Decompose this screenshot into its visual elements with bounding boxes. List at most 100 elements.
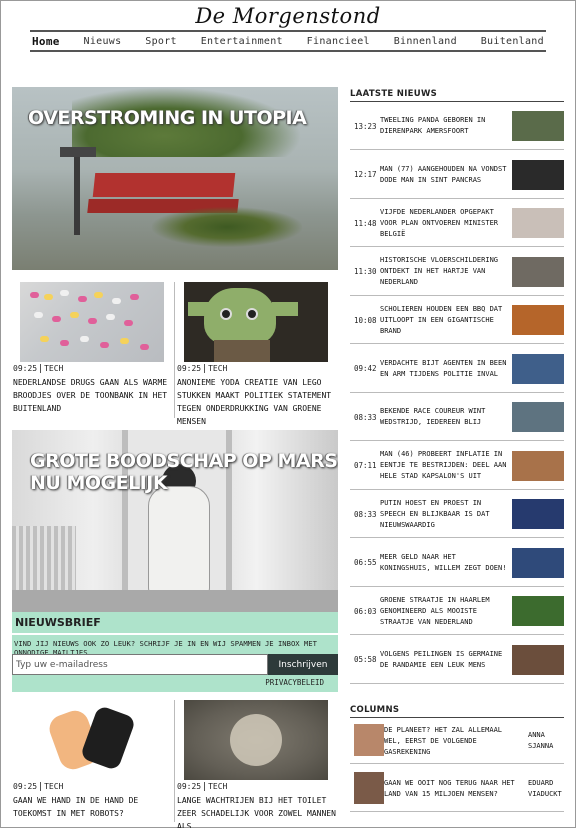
newsletter-divider [12, 633, 338, 635]
news-thumbnail[interactable] [512, 208, 564, 238]
news-title[interactable]: GROENE STRAATJE IN HAARLEM GENOMINEERD A… [380, 587, 508, 635]
nav-financieel[interactable]: Financieel [307, 36, 370, 47]
article-meta: 09:25 TECH [177, 782, 227, 791]
article-image-yoda[interactable] [184, 282, 328, 362]
card-divider [174, 282, 175, 418]
latest-news-item[interactable]: 09:42 VERDACHTE BIJT AGENTEN IN BEEN EN A… [350, 345, 564, 393]
nav-binnenland[interactable]: Binnenland [394, 36, 457, 47]
news-thumbnail[interactable] [512, 450, 564, 481]
hero-article[interactable]: OVERSTROMING IN UTOPIA [12, 87, 338, 270]
card-divider [174, 700, 175, 822]
hero-image-pole [74, 155, 80, 235]
article-meta: 09:25 TECH [13, 782, 63, 791]
hero-image-debris [152, 207, 302, 247]
article-time: 09:25 [177, 364, 202, 373]
hero-headline[interactable]: OVERSTROMING IN UTOPIA [28, 107, 307, 129]
news-thumbnail[interactable] [512, 305, 564, 335]
news-title[interactable]: PUTIN HOEST EN PROEST IN SPEECH EN BLIJK… [380, 490, 508, 538]
news-title[interactable]: VERDACHTE BIJT AGENTEN IN BEEN EN ARM TI… [380, 345, 508, 393]
news-time: 06:55 [354, 558, 377, 567]
article-category[interactable]: TECH [208, 364, 227, 373]
article-title[interactable]: ANONIEME YODA CREATIE VAN LEGO STUKKEN M… [177, 376, 337, 428]
column-item[interactable]: GAAN WE OOIT NOG TERUG NAAR HET LAND VAN… [350, 766, 564, 812]
latest-news-heading: LAATSTE NIEUWS [350, 89, 438, 99]
latest-news-item[interactable]: 11:30 HISTORISCHE VLOERSCHILDERING ONTDEK… [350, 248, 564, 296]
feature-headline[interactable]: GROTE BOODSCHAP OP MARS NU MOGELIJK [30, 450, 338, 494]
news-title[interactable]: MAN (46) PROBEERT INFLATIE IN EENTJE TE … [380, 442, 508, 490]
feature-image-floor [12, 590, 338, 612]
newsletter-title: NIEUWSBRIEF [15, 616, 101, 629]
news-title[interactable]: BEKENDE RACE COUREUR WINT WEDSTRIJD, IED… [380, 393, 508, 441]
news-time: 09:42 [354, 364, 377, 373]
news-thumbnail[interactable] [512, 499, 564, 529]
article-meta: 09:25 TECH [13, 364, 63, 373]
latest-news-item[interactable]: 06:55 MEER GELD NAAR HET KONINGSHUIS, WIL… [350, 539, 564, 587]
article-category[interactable]: TECH [44, 782, 63, 791]
article-image-robot-hand[interactable] [20, 700, 164, 780]
news-title[interactable]: HISTORISCHE VLOERSCHILDERING ONTDEKT IN … [380, 248, 508, 296]
news-time: 11:48 [354, 218, 377, 228]
article-title[interactable]: LANGE WACHTRIJEN BIJ HET TOILET ZEER SCH… [177, 794, 337, 828]
news-time: 12:17 [354, 170, 377, 179]
article-image-pills[interactable] [20, 282, 164, 362]
article-time: 09:25 [177, 782, 202, 791]
latest-news-item[interactable]: 11:48 VIJFDE NEDERLANDER OPGEPAKT VOOR PL… [350, 199, 564, 247]
news-title[interactable]: MAN (77) AANGEHOUDEN NA VONDST DODE MAN … [380, 151, 508, 199]
news-thumbnail[interactable] [512, 596, 564, 626]
author-avatar[interactable] [354, 772, 384, 804]
latest-news-item[interactable]: 06:03 GROENE STRAATJE IN HAARLEM GENOMINE… [350, 587, 564, 635]
news-thumbnail[interactable] [512, 159, 564, 190]
article-title[interactable]: NEDERLANDSE DRUGS GAAN ALS WARME BROODJE… [13, 376, 173, 415]
latest-news-item[interactable]: 12:17 MAN (77) AANGEHOUDEN NA VONDST DODE… [350, 151, 564, 199]
column-author[interactable]: ANNA SJANNA [528, 718, 564, 764]
news-title[interactable]: VOLGENS PEILINGEN IS GERMAINE DE RANDAMI… [380, 636, 508, 684]
feature-article[interactable]: GROTE BOODSCHAP OP MARS NU MOGELIJK [12, 430, 338, 612]
news-thumbnail[interactable] [512, 547, 564, 578]
nav-buitenland[interactable]: Buitenland [481, 36, 544, 47]
news-title[interactable]: VIJFDE NEDERLANDER OPGEPAKT VOOR PLAN ON… [380, 199, 508, 247]
news-time: 05:58 [354, 655, 377, 664]
nav-nieuws[interactable]: Nieuws [84, 36, 122, 47]
news-time: 08:33 [354, 412, 377, 422]
newsletter-box: NIEUWSBRIEF VIND JIJ NIEUWS OOK ZO LEUK?… [12, 612, 338, 692]
news-time: 07:11 [354, 461, 377, 470]
article-time: 09:25 [13, 364, 38, 373]
news-title[interactable]: TWEELING PANDA GEBOREN IN DIERENPARK AME… [380, 102, 508, 150]
article-image-toilet-sign[interactable] [184, 700, 328, 780]
column-author[interactable]: EDUARD VIADUCKT [528, 766, 564, 812]
site-logo[interactable]: De Morgenstond [0, 4, 576, 28]
email-input[interactable] [12, 654, 268, 675]
news-thumbnail[interactable] [512, 111, 564, 141]
news-thumbnail[interactable] [512, 353, 564, 384]
author-avatar[interactable] [354, 724, 384, 756]
article-category[interactable]: TECH [208, 782, 227, 791]
columns-heading: COLUMNS [350, 705, 400, 715]
latest-news-item[interactable]: 10:08 SCHOLIEREN HOUDEN EEN BBQ DAT UITLO… [350, 296, 564, 344]
news-title[interactable]: SCHOLIEREN HOUDEN EEN BBQ DAT UITLOOPT I… [380, 296, 508, 344]
article-time: 09:25 [13, 782, 38, 791]
feature-image-astronaut [148, 486, 210, 596]
news-time: 13:23 [354, 121, 377, 131]
latest-news-item[interactable]: 08:33 BEKENDE RACE COUREUR WINT WEDSTRIJD… [350, 393, 564, 441]
subscribe-button[interactable]: Inschrijven [268, 654, 338, 675]
news-time: 08:33 [354, 509, 377, 519]
article-meta: 09:25 TECH [177, 364, 227, 373]
news-thumbnail[interactable] [512, 402, 564, 432]
article-category[interactable]: TECH [44, 364, 63, 373]
nav-sport[interactable]: Sport [145, 36, 177, 47]
latest-news-item[interactable]: 07:11 MAN (46) PROBEERT INFLATIE IN EENTJ… [350, 442, 564, 490]
latest-news-item[interactable]: 08:33 PUTIN HOEST EN PROEST IN SPEECH EN … [350, 490, 564, 538]
column-title[interactable]: GAAN WE OOIT NOG TERUG NAAR HET LAND VAN… [384, 766, 520, 812]
column-item[interactable]: DE PLANEET? HET ZAL ALLEMAAL WEL, EERST … [350, 718, 564, 764]
news-time: 06:03 [354, 606, 377, 616]
latest-news-item[interactable]: 13:23 TWEELING PANDA GEBOREN IN DIERENPAR… [350, 102, 564, 150]
news-thumbnail[interactable] [512, 256, 564, 287]
column-title[interactable]: DE PLANEET? HET ZAL ALLEMAAL WEL, EERST … [384, 718, 520, 764]
news-thumbnail[interactable] [512, 644, 564, 675]
article-title[interactable]: GAAN WE HAND IN DE HAND DE TOEKOMST IN M… [13, 794, 173, 820]
latest-news-item[interactable]: 05:58 VOLGENS PEILINGEN IS GERMAINE DE RA… [350, 636, 564, 684]
nav-home[interactable]: Home [32, 35, 60, 48]
news-title[interactable]: MEER GELD NAAR HET KONINGSHUIS, WILLEM Z… [380, 539, 508, 587]
nav-entertainment[interactable]: Entertainment [201, 36, 283, 47]
privacy-link[interactable]: PRIVACYBELEID [265, 678, 324, 687]
